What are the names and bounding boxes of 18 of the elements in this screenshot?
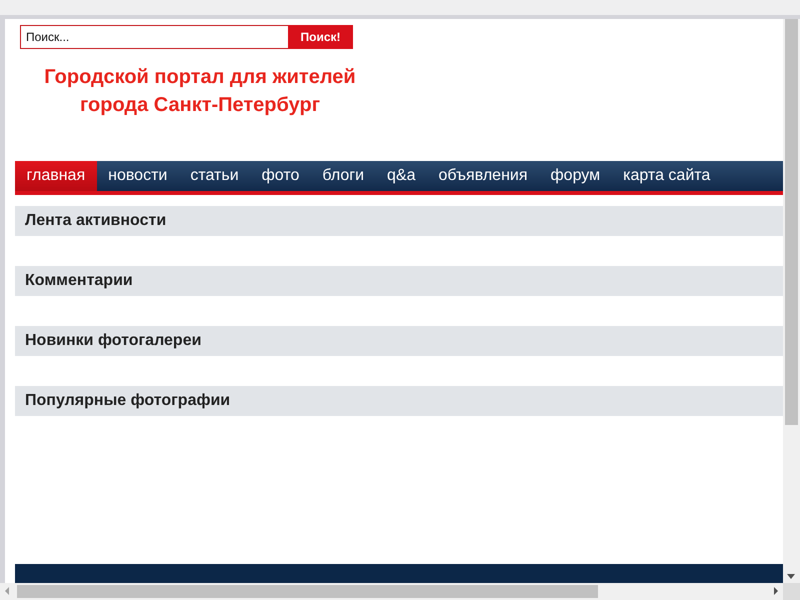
nav-link[interactable]: блоги <box>310 161 376 191</box>
nav-link[interactable]: главная <box>15 161 97 191</box>
nav-link[interactable]: новости <box>96 161 179 191</box>
scrollbar-corner <box>783 583 800 600</box>
site-title: Городской портал для жителей <box>44 65 356 90</box>
nav-link[interactable]: статьи <box>178 161 250 191</box>
site-title: города Санкт-Петербург <box>80 93 320 118</box>
search-field[interactable]: Поиск... <box>20 25 288 49</box>
nav-link[interactable]: объявления <box>427 161 540 191</box>
section-header: Комментарии <box>15 266 783 296</box>
search-button[interactable]: Поиск! <box>288 25 353 49</box>
nav-link[interactable]: q&a <box>376 161 428 191</box>
nav-link[interactable]: фото <box>250 161 311 191</box>
section-header: Популярные фотографии <box>15 386 783 416</box>
nav-link[interactable]: карта сайта <box>612 161 722 191</box>
nav-link[interactable]: форум <box>539 161 612 191</box>
section-header: Новинки фотогалереи <box>15 326 783 356</box>
section-header: Лента активности <box>15 206 783 236</box>
